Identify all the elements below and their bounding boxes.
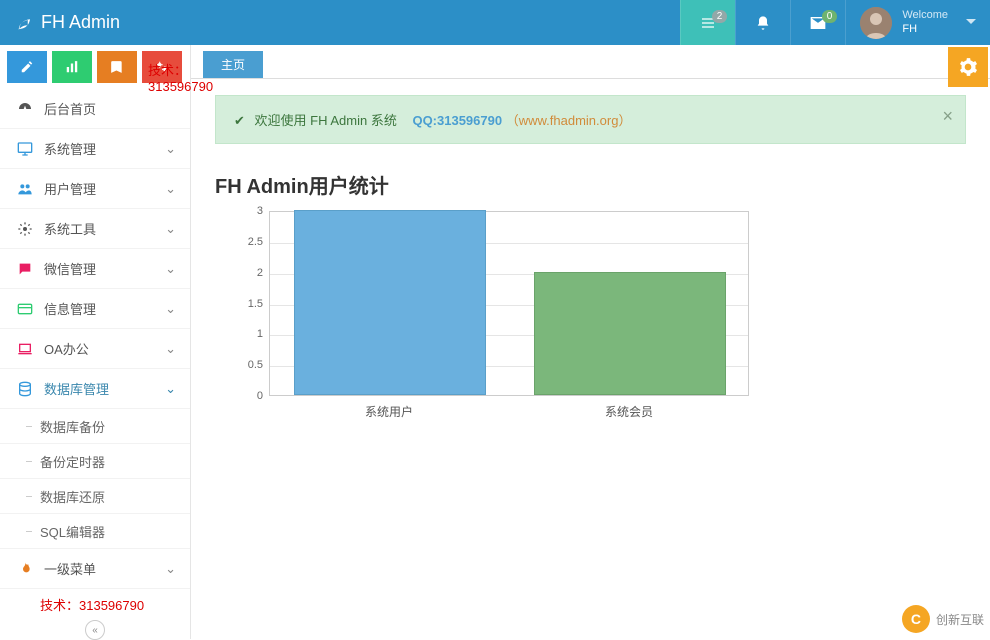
users-icon (14, 181, 36, 197)
bar-1 (534, 272, 726, 395)
avatar (860, 7, 892, 39)
sidebar-item-4[interactable]: 微信管理 ⌄ (0, 249, 190, 289)
close-icon[interactable]: × (942, 106, 953, 127)
tech-contact-top: 技术：313596790 (148, 60, 213, 94)
submenu-item-3[interactable]: SQL编辑器 (0, 514, 190, 549)
ytick: 2 (233, 267, 263, 279)
sidebar-item-label: 系统管理 (44, 139, 96, 158)
sidebar-item-1[interactable]: 系统管理 ⌄ (0, 129, 190, 169)
user-menu[interactable]: Welcome FH (845, 0, 990, 45)
sidebar: 技术：313596790 后台首页系统管理⌄用户管理⌄系统工具⌄微信管理⌄信息管… (0, 45, 191, 639)
sidebar-item-7[interactable]: 数据库管理 ⌄ (0, 369, 190, 409)
sidebar-item-label: 数据库管理 (44, 379, 109, 398)
sidebar-item-8[interactable]: 一级菜单 ⌄ (0, 549, 190, 589)
chevron-right-icon: ⌄ (165, 181, 176, 197)
ytick: 1 (233, 328, 263, 340)
card-icon (14, 301, 36, 317)
chevron-right-icon: ⌄ (165, 221, 176, 237)
submenu-item-1[interactable]: 备份定时器 (0, 444, 190, 479)
sidebar-item-2[interactable]: 用户管理 ⌄ (0, 169, 190, 209)
chevron-right-icon: ⌄ (165, 141, 176, 157)
leaf-icon (15, 14, 33, 32)
alert-text: 欢迎使用 FH Admin 系统 (255, 113, 397, 128)
check-icon: ✔ (234, 113, 245, 128)
submenu-item-0[interactable]: 数据库备份 (0, 409, 190, 444)
database-icon (14, 381, 36, 397)
sidebar-item-label: 用户管理 (44, 179, 96, 198)
sidebar-item-0[interactable]: 后台首页 (0, 89, 190, 129)
alert-qq: QQ:313596790 (412, 113, 502, 128)
topbar: FH Admin 2 0 Welcome FH (0, 0, 990, 45)
bell-button[interactable] (735, 0, 790, 45)
collapse-sidebar-button[interactable]: « (85, 620, 105, 640)
book-icon (110, 60, 124, 74)
dashboard-icon (14, 101, 36, 117)
tech-contact-bottom: 技术：313596790 (0, 589, 190, 614)
chevron-right-icon: ⌄ (165, 261, 176, 277)
bell-icon (755, 15, 771, 31)
gear-icon (14, 221, 36, 237)
ytick: 0.5 (233, 359, 263, 371)
user-stats-chart: 00.511.522.53 系统用户系统会员 (233, 211, 753, 431)
pencil-icon (20, 60, 34, 74)
chart-title: FH Admin用户统计 (215, 170, 966, 199)
sidebar-item-3[interactable]: 系统工具 ⌄ (0, 209, 190, 249)
sidebar-item-6[interactable]: OA办公 ⌄ (0, 329, 190, 369)
ytick: 0 (233, 390, 263, 402)
xlabel: 系统会员 (533, 403, 725, 420)
sidebar-item-label: 后台首页 (44, 99, 96, 118)
chevron-down-icon (966, 15, 976, 30)
chevron-right-icon: ⌄ (165, 341, 176, 357)
brand-footer: C 创新互联 (902, 605, 984, 633)
chevron-right-icon: ⌄ (165, 561, 176, 577)
welcome-label: Welcome (902, 9, 948, 22)
sidebar-item-label: 一级菜单 (44, 559, 96, 578)
chevron-right-icon: ⌄ (165, 301, 176, 317)
bars-icon (65, 60, 79, 74)
stats-button[interactable] (52, 51, 92, 83)
sidebar-item-label: 微信管理 (44, 259, 96, 278)
ytick: 3 (233, 205, 263, 217)
tabs-bar: 主页 (191, 45, 990, 79)
monitor-icon (14, 141, 36, 157)
username: FH (902, 23, 948, 36)
app-title: FH Admin (41, 12, 120, 33)
mail-badge: 0 (822, 10, 838, 23)
flame-icon (14, 561, 36, 577)
ytick: 2.5 (233, 236, 263, 248)
submenu-item-2[interactable]: 数据库还原 (0, 479, 190, 514)
bar-0 (294, 210, 486, 395)
list-badge: 2 (712, 10, 728, 23)
sidebar-item-5[interactable]: 信息管理 ⌄ (0, 289, 190, 329)
chevron-down-icon: ⌄ (165, 381, 176, 397)
chat-icon (14, 261, 36, 277)
settings-button[interactable] (948, 47, 988, 87)
brand-logo-icon: C (902, 605, 930, 633)
gear-icon (958, 57, 978, 77)
alert-link[interactable]: （www.fhadmin.org） (506, 113, 632, 128)
xlabel: 系统用户 (293, 403, 485, 420)
sidebar-item-label: OA办公 (44, 339, 89, 358)
laptop-icon (14, 341, 36, 357)
book-button[interactable] (97, 51, 137, 83)
content-area: 主页 ✔ 欢迎使用 FH Admin 系统 QQ:313596790 （www.… (191, 45, 990, 639)
welcome-alert: ✔ 欢迎使用 FH Admin 系统 QQ:313596790 （www.fha… (215, 95, 966, 144)
sidebar-item-label: 系统工具 (44, 219, 96, 238)
ytick: 1.5 (233, 298, 263, 310)
mail-button[interactable]: 0 (790, 0, 845, 45)
app-logo[interactable]: FH Admin (0, 12, 135, 33)
list-button[interactable]: 2 (680, 0, 735, 45)
edit-button[interactable] (7, 51, 47, 83)
sidebar-item-label: 信息管理 (44, 299, 96, 318)
